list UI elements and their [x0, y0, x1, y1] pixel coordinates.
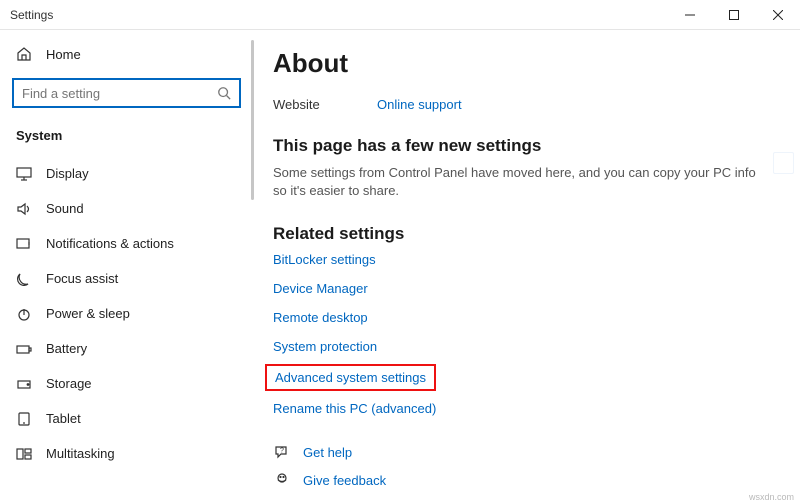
- get-help-link[interactable]: Get help: [303, 445, 352, 460]
- give-feedback-link[interactable]: Give feedback: [303, 473, 386, 488]
- feedback-icon: [273, 472, 291, 488]
- nav-label: Battery: [46, 341, 87, 356]
- nav-label: Multitasking: [46, 446, 115, 461]
- content: About Website Online support This page h…: [253, 30, 800, 504]
- nav-battery[interactable]: Battery: [12, 332, 241, 365]
- page-title: About: [273, 48, 772, 79]
- sidebar: Home System Display Sound: [0, 30, 253, 504]
- new-settings-subtext: Some settings from Control Panel have mo…: [273, 164, 772, 200]
- related-link[interactable]: Remote desktop: [273, 310, 368, 325]
- home-nav[interactable]: Home: [12, 40, 241, 68]
- nav-power-sleep[interactable]: Power & sleep: [12, 297, 241, 330]
- nav-multitasking[interactable]: Multitasking: [12, 437, 241, 470]
- maximize-button[interactable]: [712, 0, 756, 30]
- home-label: Home: [46, 47, 81, 62]
- scrollbar[interactable]: [251, 40, 254, 200]
- nav-label: Sound: [46, 201, 84, 216]
- related-heading: Related settings: [273, 224, 772, 244]
- window-controls: [668, 0, 800, 29]
- storage-icon: [16, 377, 32, 391]
- battery-icon: [16, 342, 32, 356]
- new-settings-heading: This page has a few new settings: [273, 136, 772, 156]
- nav-label: Display: [46, 166, 89, 181]
- minimize-icon: [685, 10, 695, 20]
- related-link[interactable]: Advanced system settings: [265, 364, 436, 391]
- related-link[interactable]: System protection: [273, 339, 377, 354]
- nav-tablet[interactable]: Tablet: [12, 402, 241, 435]
- related-link[interactable]: Rename this PC (advanced): [273, 401, 436, 416]
- nav-notifications[interactable]: Notifications & actions: [12, 227, 241, 260]
- website-row: Website Online support: [273, 97, 772, 112]
- minimize-button[interactable]: [668, 0, 712, 30]
- close-icon: [773, 10, 783, 20]
- ghost-button: [773, 152, 794, 174]
- search-input-wrap[interactable]: [12, 78, 241, 108]
- maximize-icon: [729, 10, 739, 20]
- nav-label: Power & sleep: [46, 306, 130, 321]
- related-link[interactable]: BitLocker settings: [273, 252, 376, 267]
- nav-label: Tablet: [46, 411, 81, 426]
- search-input[interactable]: [22, 86, 217, 101]
- nav-label: Notifications & actions: [46, 236, 174, 251]
- get-help-row[interactable]: ? Get help: [273, 444, 772, 460]
- nav-display[interactable]: Display: [12, 157, 241, 190]
- search-icon: [217, 86, 231, 100]
- nav-sound[interactable]: Sound: [12, 192, 241, 225]
- related-links: BitLocker settings Device Manager Remote d…: [273, 252, 772, 416]
- watermark: wsxdn.com: [749, 492, 794, 502]
- home-icon: [16, 46, 32, 62]
- get-help-icon: ?: [273, 444, 291, 460]
- tablet-icon: [16, 412, 32, 426]
- website-label: Website: [273, 97, 337, 112]
- category-title: System: [12, 124, 241, 157]
- nav-list: Display Sound Notifications & actions Fo…: [12, 157, 241, 470]
- sound-icon: [16, 202, 32, 216]
- window-title: Settings: [10, 8, 53, 22]
- titlebar: Settings: [0, 0, 800, 30]
- focus-assist-icon: [16, 272, 32, 286]
- close-button[interactable]: [756, 0, 800, 30]
- nav-label: Storage: [46, 376, 92, 391]
- nav-storage[interactable]: Storage: [12, 367, 241, 400]
- nav-focus-assist[interactable]: Focus assist: [12, 262, 241, 295]
- multitasking-icon: [16, 447, 32, 461]
- power-icon: [16, 307, 32, 321]
- display-icon: [16, 167, 32, 181]
- give-feedback-row[interactable]: Give feedback: [273, 472, 772, 488]
- notifications-icon: [16, 237, 32, 251]
- online-support-link[interactable]: Online support: [377, 97, 462, 112]
- nav-label: Focus assist: [46, 271, 118, 286]
- related-link[interactable]: Device Manager: [273, 281, 368, 296]
- svg-text:?: ?: [280, 448, 284, 455]
